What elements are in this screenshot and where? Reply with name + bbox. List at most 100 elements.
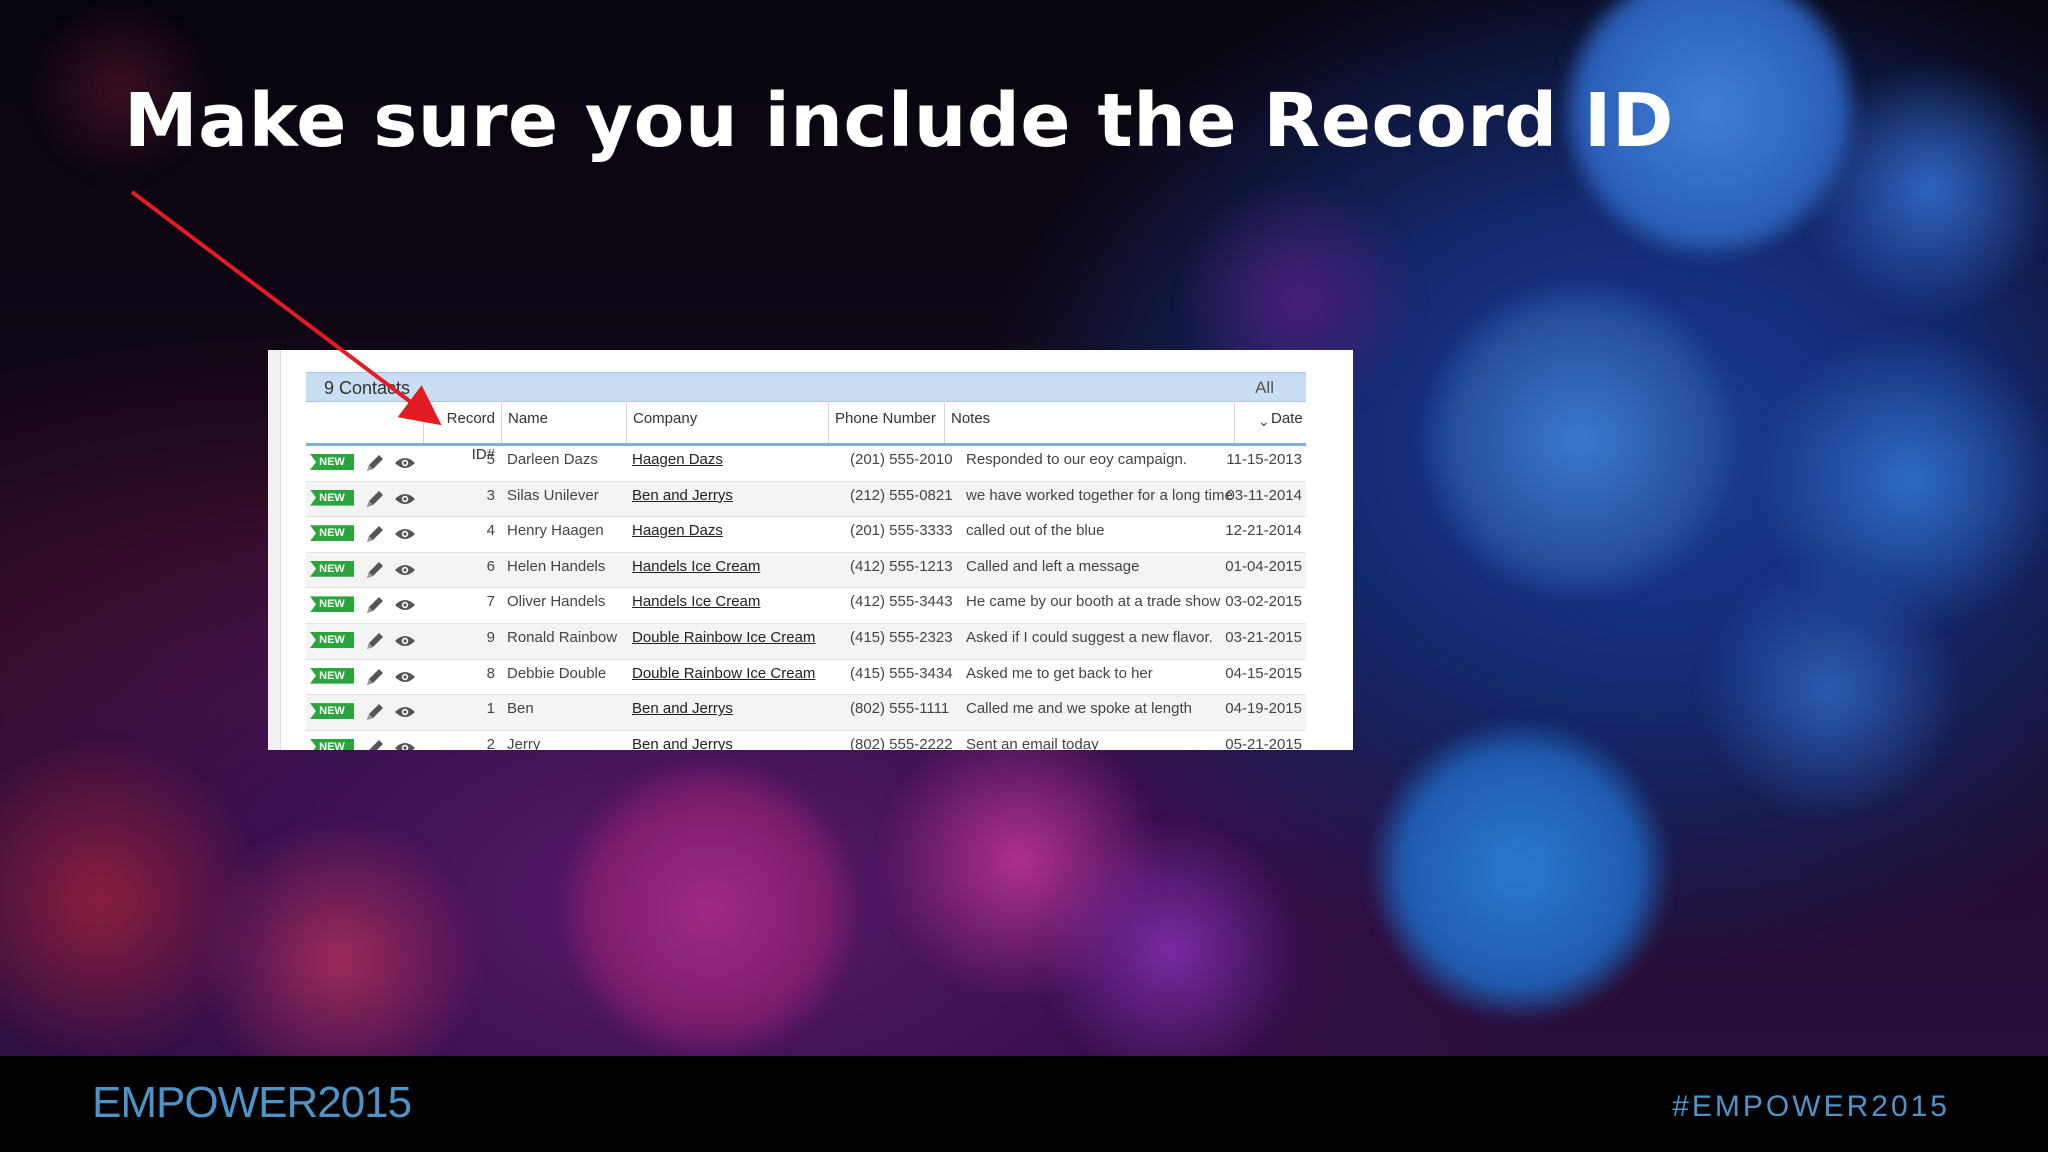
table-row[interactable]: NEW 7 Oliver Handels Handels Ice Cream (… xyxy=(306,588,1306,624)
date-cell: 11-15-2013 xyxy=(1226,451,1302,468)
name-cell: Helen Handels xyxy=(507,557,606,575)
contacts-rows: NEW 5 Darleen Dazs Haagen Dazs (201) 555… xyxy=(306,446,1306,750)
new-badge[interactable]: NEW xyxy=(310,703,354,720)
table-row[interactable]: NEW 8 Debbie Double Double Rainbow Ice C… xyxy=(306,660,1306,696)
notes-cell: Responded to our eoy campaign. xyxy=(966,451,1187,468)
column-name[interactable]: Name xyxy=(501,401,626,443)
eye-icon[interactable] xyxy=(394,633,416,649)
company-link[interactable]: Ben and Jerrys xyxy=(632,695,733,729)
company-link[interactable]: Handels Ice Cream xyxy=(632,588,760,622)
pencil-icon[interactable] xyxy=(364,452,386,474)
table-row[interactable]: NEW 6 Helen Handels Handels Ice Cream (4… xyxy=(306,552,1306,589)
phone-cell: (212) 555-0821 xyxy=(850,486,953,504)
date-cell: 05-21-2015 xyxy=(1225,735,1302,750)
eye-icon[interactable] xyxy=(394,526,416,542)
name-cell: Darleen Dazs xyxy=(507,451,598,468)
date-cell: 03-02-2015 xyxy=(1225,593,1302,611)
panel-gutter xyxy=(268,350,281,750)
pencil-icon[interactable] xyxy=(364,701,386,723)
new-badge[interactable]: NEW xyxy=(310,738,354,750)
phone-cell: (412) 555-1213 xyxy=(850,557,953,575)
phone-cell: (802) 555-2222 xyxy=(850,735,953,750)
phone-cell: (415) 555-3434 xyxy=(850,664,953,682)
record-id-cell: 1 xyxy=(486,700,495,718)
notes-cell: Called me and we spoke at length xyxy=(966,700,1192,718)
company-link[interactable]: Ben and Jerrys xyxy=(632,482,733,516)
date-cell: 04-19-2015 xyxy=(1225,700,1302,718)
notes-cell: Called and left a message xyxy=(966,557,1140,575)
eye-icon[interactable] xyxy=(394,562,416,578)
slide-footer: EMPOWER2015 #EMPOWER2015 xyxy=(0,1056,2048,1152)
pencil-icon[interactable] xyxy=(364,737,386,750)
column-phone[interactable]: Phone Number xyxy=(828,401,944,443)
date-cell: 04-15-2015 xyxy=(1225,664,1302,682)
column-record-id[interactable]: Record ID# xyxy=(423,401,501,463)
pencil-icon[interactable] xyxy=(364,523,386,545)
notes-cell: Asked if I could suggest a new flavor. xyxy=(966,628,1213,646)
column-date[interactable]: Date xyxy=(1234,401,1306,443)
notes-cell: He came by our booth at a trade show xyxy=(966,593,1221,611)
phone-cell: (412) 555-3443 xyxy=(850,593,953,611)
record-id-cell: 8 xyxy=(486,664,495,682)
phone-cell: (802) 555-1111 xyxy=(850,700,950,718)
company-link[interactable]: Double Rainbow Ice Cream xyxy=(632,660,815,694)
phone-cell: (415) 555-2323 xyxy=(850,628,953,646)
table-row[interactable]: NEW 4 Henry Haagen Haagen Dazs (201) 555… xyxy=(306,517,1306,553)
notes-cell: Sent an email today xyxy=(966,735,1099,750)
eye-icon[interactable] xyxy=(394,597,416,613)
notes-cell: called out of the blue xyxy=(966,522,1105,540)
eye-icon[interactable] xyxy=(394,740,416,750)
new-badge[interactable]: NEW xyxy=(310,525,354,542)
date-cell: 12-21-2014 xyxy=(1225,522,1302,540)
record-id-cell: 2 xyxy=(486,735,495,750)
date-cell: 01-04-2015 xyxy=(1225,557,1302,575)
contacts-screenshot: 9 Contacts All Record ID# Name Company P… xyxy=(268,350,1353,750)
table-row[interactable]: NEW 3 Silas Unilever Ben and Jerrys (212… xyxy=(306,481,1306,518)
record-id-cell: 6 xyxy=(486,557,495,575)
name-cell: Henry Haagen xyxy=(507,522,604,540)
company-link[interactable]: Haagen Dazs xyxy=(632,446,723,480)
new-badge[interactable]: NEW xyxy=(310,454,354,470)
pencil-icon[interactable] xyxy=(364,559,386,581)
record-id-cell: 9 xyxy=(486,628,495,646)
eye-icon[interactable] xyxy=(394,669,416,685)
pencil-icon[interactable] xyxy=(364,594,386,616)
eye-icon[interactable] xyxy=(394,491,416,507)
company-link[interactable]: Double Rainbow Ice Cream xyxy=(632,624,815,658)
column-notes[interactable]: Notes xyxy=(944,401,1234,443)
pencil-icon[interactable] xyxy=(364,630,386,652)
company-link[interactable]: Haagen Dazs xyxy=(632,517,723,551)
company-link[interactable]: Handels Ice Cream xyxy=(632,553,760,587)
grid-header-bar: 9 Contacts All xyxy=(306,372,1306,402)
sort-chevron-down-icon[interactable]: ⌄ xyxy=(1258,413,1270,430)
name-cell: Silas Unilever xyxy=(507,486,599,504)
new-badge[interactable]: NEW xyxy=(310,667,354,684)
eye-icon[interactable] xyxy=(394,455,416,471)
record-id-cell: 4 xyxy=(486,522,495,540)
company-link[interactable]: Ben and Jerrys xyxy=(632,731,733,750)
column-actions xyxy=(306,401,423,443)
record-id-cell: 7 xyxy=(486,593,495,611)
name-cell: Oliver Handels xyxy=(507,593,606,611)
column-company[interactable]: Company xyxy=(626,401,828,443)
column-header-row: Record ID# Name Company Phone Number Not… xyxy=(306,401,1306,463)
name-cell: Ronald Rainbow xyxy=(507,628,618,646)
pencil-icon[interactable] xyxy=(364,666,386,688)
phone-cell: (201) 555-2010 xyxy=(850,451,953,468)
new-badge[interactable]: NEW xyxy=(310,489,354,506)
table-row[interactable]: NEW 5 Darleen Dazs Haagen Dazs (201) 555… xyxy=(306,446,1306,482)
name-cell: Jerry xyxy=(507,735,541,750)
new-badge[interactable]: NEW xyxy=(310,631,354,648)
name-cell: Ben xyxy=(507,700,534,718)
table-row[interactable]: NEW 9 Ronald Rainbow Double Rainbow Ice … xyxy=(306,623,1306,660)
table-row[interactable]: NEW 2 Jerry Ben and Jerrys (802) 555-222… xyxy=(306,731,1306,750)
eye-icon[interactable] xyxy=(394,704,416,720)
new-badge[interactable]: NEW xyxy=(310,596,354,613)
slide-title: Make sure you include the Record ID xyxy=(124,78,1674,164)
record-id-cell: 3 xyxy=(486,486,495,504)
event-hashtag: #EMPOWER2015 xyxy=(1672,1090,1950,1123)
pencil-icon[interactable] xyxy=(364,488,386,510)
view-filter[interactable]: All xyxy=(1255,378,1274,398)
table-row[interactable]: NEW 1 Ben Ben and Jerrys (802) 555-1111 … xyxy=(306,695,1306,731)
new-badge[interactable]: NEW xyxy=(310,560,354,577)
